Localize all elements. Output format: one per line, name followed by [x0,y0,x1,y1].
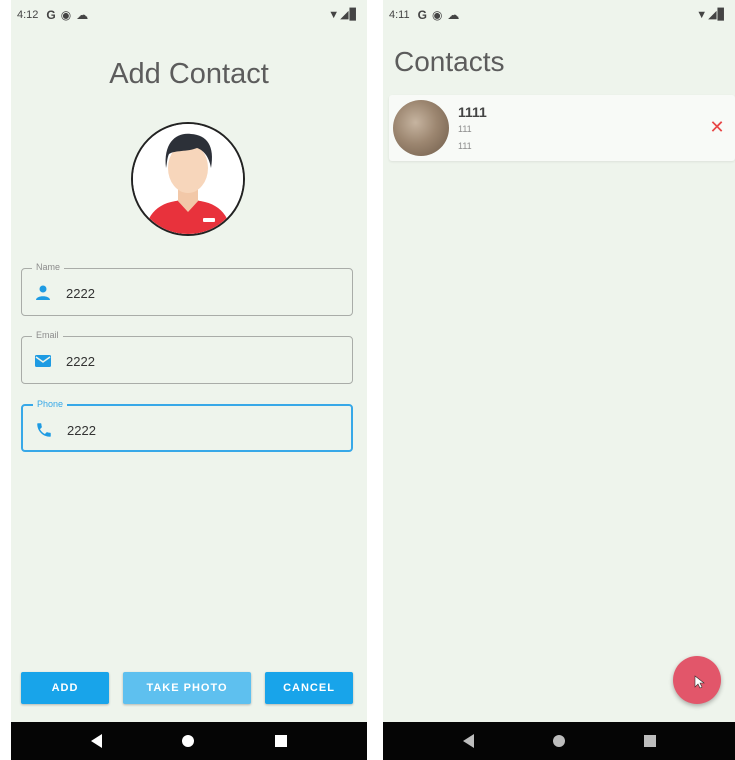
avatar-person-icon [133,124,243,234]
phone-field[interactable]: Phone [21,399,353,452]
avatar[interactable] [131,122,245,236]
add-contact-fab[interactable] [673,656,721,704]
name-field-label: Name [32,262,65,272]
delete-icon[interactable]: ✕ [707,117,727,137]
cloud-icon: ☁ [76,8,89,22]
recents-icon[interactable] [643,735,656,747]
contact-name: 1111 [458,104,487,120]
phone-field-label: Phone [33,399,68,409]
recents-icon[interactable] [274,735,287,747]
name-field[interactable]: Name [21,262,353,316]
cursor-icon [694,675,705,689]
cloud-icon: ☁ [447,8,460,22]
list-item[interactable]: 1111 111 111 ✕ [389,95,735,161]
app-notification-icon: ◉ [431,8,443,22]
status-bar: 4:12 G ◉ ☁ ▼◢▊ [11,4,367,26]
signal-battery-icons: ▼◢▊ [328,9,359,21]
signal-battery-icons: ▼◢▊ [696,9,727,21]
navigation-bar [11,722,367,760]
status-bar: 4:11 G ◉ ☁ ▼◢▊ [383,4,735,26]
email-field[interactable]: Email [21,330,353,384]
status-time: 4:12 [17,9,39,21]
take-photo-button[interactable]: TAKE PHOTO [123,672,251,704]
back-icon[interactable] [462,734,474,748]
contact-photo [393,100,449,156]
home-icon[interactable] [552,735,565,747]
phone-input[interactable] [67,423,317,438]
phone-icon [35,421,53,439]
email-input[interactable] [66,354,316,369]
contact-email: 111 [458,124,472,134]
home-icon[interactable] [182,735,195,747]
cancel-button[interactable]: CANCEL [265,672,353,704]
page-title: Contacts [394,46,505,77]
add-button[interactable]: ADD [21,672,109,704]
mail-icon [34,352,52,370]
contacts-screen: 4:11 G ◉ ☁ ▼◢▊ Contacts 1111 111 111 ✕ [383,0,735,760]
status-time: 4:11 [389,9,410,21]
person-icon [34,284,52,302]
email-field-label: Email [32,330,63,340]
add-contact-screen: 4:12 G ◉ ☁ ▼◢▊ Add Contact Name Email [11,0,367,760]
contact-phone: 111 [458,141,472,151]
back-icon[interactable] [91,734,103,748]
name-input[interactable] [66,286,316,301]
page-title: Add Contact [109,58,269,90]
google-icon: G [417,8,427,22]
google-icon: G [46,8,56,22]
app-notification-icon: ◉ [60,8,72,22]
navigation-bar [383,722,735,760]
